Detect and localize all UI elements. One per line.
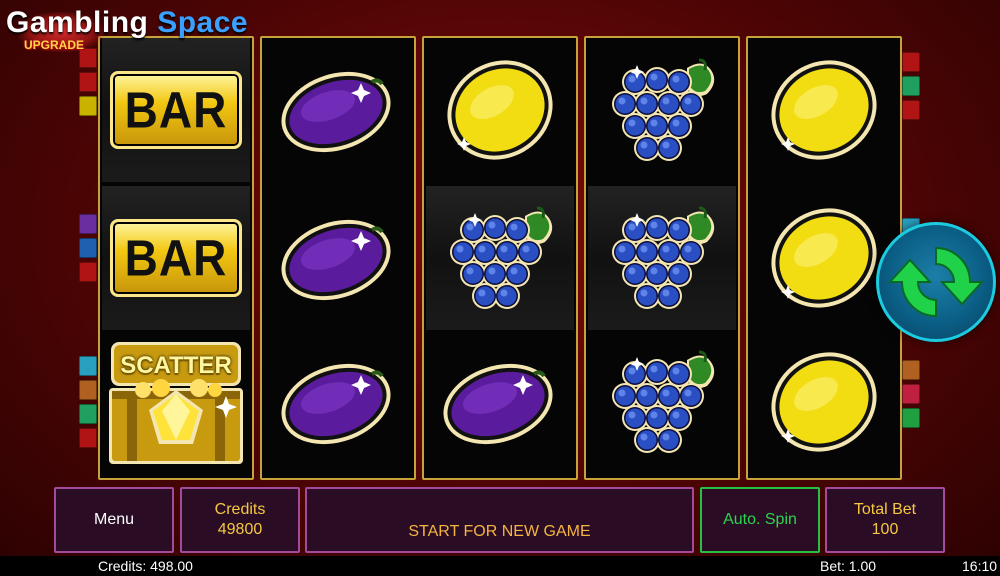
total-bet-label: Total Bet bbox=[853, 501, 917, 518]
total-bet-button[interactable]: Total Bet 100 bbox=[825, 487, 945, 553]
auto-spin-label: Auto. Spin bbox=[723, 511, 797, 528]
grapes-icon bbox=[450, 206, 553, 309]
plum-symbol bbox=[264, 38, 412, 182]
logo-title-part2: Space bbox=[157, 6, 249, 39]
status-credits: Credits: 498.00 bbox=[98, 558, 193, 574]
reel-3 bbox=[422, 36, 578, 480]
payline-indicator bbox=[79, 96, 97, 116]
reels-area: BAR BAR SCATTER bbox=[98, 36, 902, 480]
lemon-icon bbox=[771, 208, 877, 308]
start-button[interactable]: START FOR NEW GAME bbox=[305, 487, 694, 553]
grapes-symbol bbox=[426, 186, 574, 330]
menu-button[interactable]: Menu bbox=[54, 487, 174, 553]
grapes-symbol bbox=[588, 186, 736, 330]
payline-indicator bbox=[79, 380, 97, 400]
credits-label: Credits bbox=[214, 501, 266, 518]
lemon-symbol bbox=[750, 186, 898, 330]
payline-indicator bbox=[902, 384, 920, 404]
menu-label: Menu bbox=[93, 511, 135, 528]
payline-indicator bbox=[79, 72, 97, 92]
scatter-label: SCATTER bbox=[120, 352, 232, 379]
plum-symbol bbox=[264, 186, 412, 330]
status-time: 16:10 bbox=[962, 558, 998, 574]
reel-4 bbox=[584, 36, 740, 480]
grapes-symbol bbox=[588, 38, 736, 182]
paylines-left bbox=[79, 48, 97, 452]
grapes-symbol bbox=[588, 330, 736, 474]
plum-symbol bbox=[264, 330, 412, 474]
reel-2 bbox=[260, 36, 416, 480]
payline-indicator bbox=[79, 262, 97, 282]
credits-button[interactable]: Credits 49800 bbox=[180, 487, 300, 553]
payline-indicator bbox=[79, 238, 97, 258]
control-bar: Menu Credits 49800 START FOR NEW GAME Au… bbox=[54, 487, 946, 553]
reel-1: BAR BAR SCATTER bbox=[98, 36, 254, 480]
plum-icon bbox=[281, 71, 391, 153]
logo-title: Gambling Space bbox=[6, 6, 248, 40]
bar-icon: BAR bbox=[110, 71, 242, 149]
payline-indicator bbox=[79, 214, 97, 234]
bar-symbol: BAR bbox=[102, 38, 250, 182]
bar-label: BAR bbox=[124, 229, 228, 287]
plum-icon bbox=[281, 363, 391, 445]
grapes-icon bbox=[612, 206, 715, 309]
spin-button[interactable] bbox=[876, 222, 996, 342]
plum-icon bbox=[443, 363, 553, 445]
logo-title-part1: Gambling bbox=[6, 6, 149, 39]
credits-value: 49800 bbox=[217, 521, 263, 538]
bar-label: BAR bbox=[124, 81, 228, 139]
game-logo: Gambling Space UPGRADE bbox=[6, 4, 306, 52]
lemon-icon bbox=[447, 60, 553, 160]
refresh-icon bbox=[888, 246, 984, 318]
bar-icon: BAR bbox=[110, 219, 242, 297]
lemon-icon bbox=[771, 60, 877, 160]
reel-5 bbox=[746, 36, 902, 480]
payline-indicator bbox=[902, 52, 920, 72]
payline-indicator bbox=[902, 100, 920, 120]
logo-badge: UPGRADE bbox=[24, 38, 85, 52]
lemon-symbol bbox=[750, 330, 898, 474]
start-label: START FOR NEW GAME bbox=[408, 523, 591, 540]
plum-symbol bbox=[426, 330, 574, 474]
scatter-symbol: SCATTER bbox=[102, 330, 250, 474]
lemon-icon bbox=[771, 352, 877, 452]
bar-symbol: BAR bbox=[102, 186, 250, 330]
payline-indicator bbox=[79, 356, 97, 376]
payline-indicator bbox=[79, 404, 97, 424]
payline-indicator bbox=[902, 360, 920, 380]
grapes-icon bbox=[612, 350, 715, 453]
status-bet: Bet: 1.00 bbox=[820, 558, 877, 574]
lemon-symbol bbox=[750, 38, 898, 182]
payline-indicator bbox=[79, 428, 97, 448]
status-bar: Credits: 498.00 Bet: 1.00 16:10 bbox=[0, 556, 1000, 576]
total-bet-value: 100 bbox=[871, 521, 899, 538]
plum-icon bbox=[281, 219, 391, 301]
payline-indicator bbox=[902, 76, 920, 96]
auto-spin-button[interactable]: Auto. Spin bbox=[700, 487, 820, 553]
payline-indicator bbox=[902, 408, 920, 428]
lemon-symbol bbox=[426, 38, 574, 182]
grapes-icon bbox=[612, 58, 715, 161]
